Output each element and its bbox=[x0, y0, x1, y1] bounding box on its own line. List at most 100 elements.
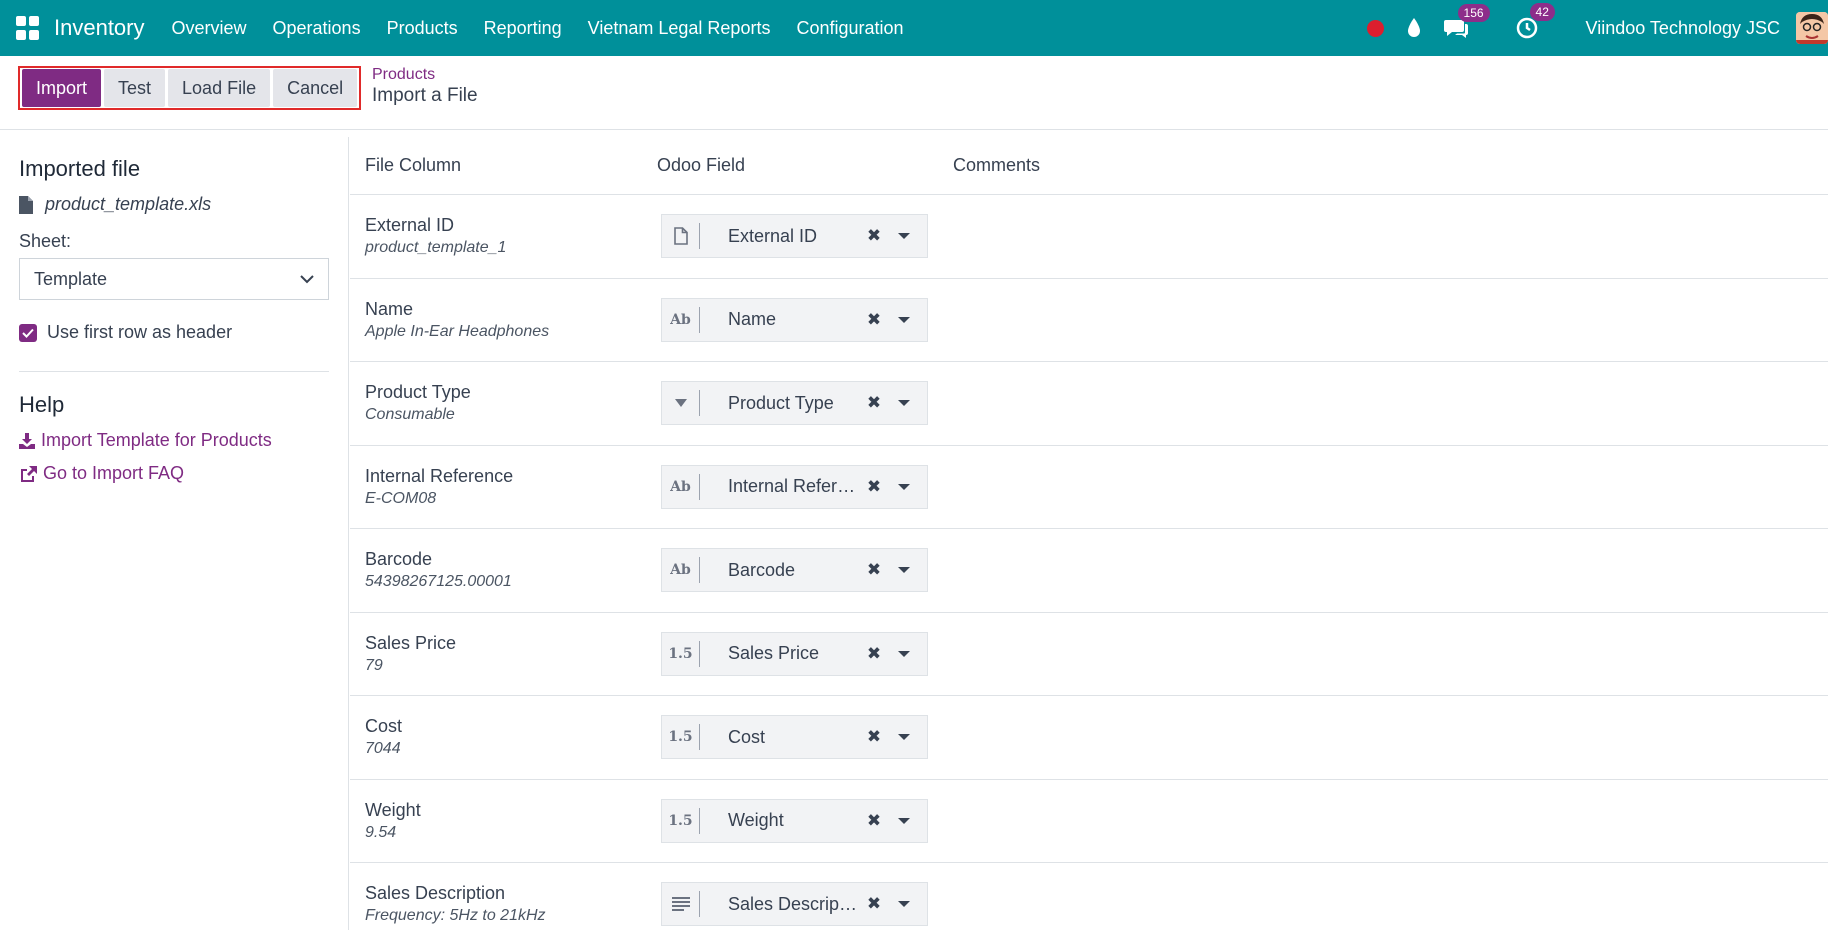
cancel-button[interactable]: Cancel bbox=[273, 69, 358, 107]
header-file-column: File Column bbox=[365, 155, 462, 175]
clear-icon[interactable]: ✖ bbox=[866, 393, 882, 413]
top-navbar: Inventory Overview Operations Products R… bbox=[0, 0, 1828, 56]
load-file-button[interactable]: Load File bbox=[168, 69, 271, 107]
caret-down-icon[interactable] bbox=[898, 901, 910, 908]
column-sample: E-COM08 bbox=[365, 489, 437, 507]
caret-down-icon[interactable] bbox=[898, 650, 910, 657]
float-type-icon: 1.5 bbox=[662, 807, 700, 834]
test-button[interactable]: Test bbox=[104, 69, 166, 107]
column-name: External ID bbox=[365, 215, 455, 236]
clock-icon bbox=[1516, 17, 1537, 39]
breadcrumb: Products Import a File bbox=[372, 66, 478, 108]
table-row: Name Apple In-Ear Headphones Ab Name ✖ bbox=[350, 279, 1828, 362]
clear-icon[interactable]: ✖ bbox=[866, 560, 882, 580]
clear-icon[interactable]: ✖ bbox=[866, 727, 882, 747]
menu-vietnam-legal-reports[interactable]: Vietnam Legal Reports bbox=[575, 18, 784, 39]
column-name: Sales Description bbox=[365, 883, 506, 904]
table-row: Sales Price 79 1.5 Sales Price ✖ bbox=[350, 613, 1828, 696]
imported-file-title: Imported file bbox=[19, 156, 141, 181]
check-icon bbox=[22, 328, 34, 338]
column-name: Weight bbox=[365, 799, 421, 820]
table-row: External ID product_template_1 External … bbox=[350, 195, 1828, 279]
clear-icon[interactable]: ✖ bbox=[866, 226, 882, 246]
caret-down-icon[interactable] bbox=[898, 817, 910, 824]
import-faq-link[interactable]: Go to Import FAQ bbox=[19, 463, 348, 484]
file-name: product_template.xls bbox=[45, 194, 212, 214]
table-row: Sales Description Frequency: 5Hz to 21kH… bbox=[350, 863, 1828, 930]
user-avatar[interactable] bbox=[1796, 12, 1828, 44]
column-sample: 7044 bbox=[365, 740, 401, 758]
menu-configuration[interactable]: Configuration bbox=[783, 18, 916, 39]
field-select[interactable]: 1.5 Cost ✖ bbox=[661, 715, 928, 760]
sheet-select[interactable]: Template bbox=[19, 258, 329, 300]
use-header-option[interactable]: Use first row as header bbox=[19, 322, 348, 343]
column-sample: 9.54 bbox=[365, 823, 397, 841]
column-name: Sales Price bbox=[365, 632, 457, 653]
company-switcher[interactable]: Viindoo Technology JSC bbox=[1586, 18, 1780, 39]
caret-down-icon[interactable] bbox=[898, 400, 910, 407]
breadcrumb-products-link[interactable]: Products bbox=[372, 66, 478, 84]
sheet-label: Sheet: bbox=[19, 231, 72, 251]
field-select[interactable]: External ID ✖ bbox=[661, 214, 928, 259]
record-icon[interactable] bbox=[1366, 19, 1384, 37]
text-lines-icon bbox=[662, 891, 700, 918]
apps-grid-icon[interactable] bbox=[16, 16, 40, 40]
caret-down-icon[interactable] bbox=[898, 567, 910, 574]
field-value: Sales Description bbox=[728, 893, 858, 914]
field-value: Name bbox=[728, 309, 777, 330]
app-name[interactable]: Inventory bbox=[54, 15, 145, 41]
use-header-label: Use first row as header bbox=[47, 322, 233, 342]
column-name: Internal Reference bbox=[365, 465, 514, 486]
use-header-checkbox[interactable] bbox=[19, 323, 37, 342]
mapping-table: File Column Odoo Field Comments External… bbox=[350, 137, 1828, 930]
column-name: Name bbox=[365, 298, 414, 319]
float-type-icon: 1.5 bbox=[662, 724, 700, 751]
water-drop-icon[interactable] bbox=[1406, 17, 1422, 39]
column-name: Cost bbox=[365, 716, 403, 737]
clear-icon[interactable]: ✖ bbox=[866, 477, 882, 497]
column-sample: 79 bbox=[365, 656, 383, 674]
float-type-icon: 1.5 bbox=[662, 640, 700, 667]
activity-menu[interactable]: 42 bbox=[1516, 3, 1555, 39]
clear-icon[interactable]: ✖ bbox=[866, 894, 882, 914]
caret-down-icon[interactable] bbox=[898, 734, 910, 741]
caret-down-icon[interactable] bbox=[898, 233, 910, 240]
import-template-link[interactable]: Import Template for Products bbox=[19, 430, 348, 451]
clear-icon[interactable]: ✖ bbox=[866, 811, 882, 831]
menu-reporting[interactable]: Reporting bbox=[471, 18, 575, 39]
field-select[interactable]: Ab Barcode ✖ bbox=[661, 548, 928, 593]
chevron-down-icon bbox=[300, 274, 314, 283]
menu-products[interactable]: Products bbox=[374, 18, 471, 39]
field-select[interactable]: Product Type ✖ bbox=[661, 381, 928, 426]
caret-down-icon[interactable] bbox=[898, 316, 910, 323]
column-sample: Apple In-Ear Headphones bbox=[365, 322, 550, 340]
clear-icon[interactable]: ✖ bbox=[866, 644, 882, 664]
imported-file: product_template.xls bbox=[19, 194, 348, 215]
column-sample: Frequency: 5Hz to 21kHz bbox=[365, 907, 546, 925]
field-select[interactable]: Ab Internal Reference ✖ bbox=[661, 464, 928, 509]
char-type-icon: Ab bbox=[662, 557, 700, 584]
messaging-menu[interactable]: 156 bbox=[1443, 4, 1490, 38]
import-faq-link-label: Go to Import FAQ bbox=[43, 463, 185, 483]
caret-down-icon[interactable] bbox=[898, 483, 910, 490]
activities-badge: 42 bbox=[1529, 3, 1555, 21]
field-value: Barcode bbox=[728, 559, 796, 580]
menu-operations[interactable]: Operations bbox=[260, 18, 374, 39]
table-row: Cost 7044 1.5 Cost ✖ bbox=[350, 696, 1828, 780]
field-select[interactable]: Sales Description ✖ bbox=[661, 882, 928, 927]
table-row: Weight 9.54 1.5 Weight ✖ bbox=[350, 780, 1828, 863]
import-button[interactable]: Import bbox=[22, 69, 102, 107]
import-button-group: Import Test Load File Cancel bbox=[18, 66, 362, 110]
field-select[interactable]: Ab Name ✖ bbox=[661, 297, 928, 342]
control-panel: Import Test Load File Cancel Products Im… bbox=[0, 56, 1828, 130]
external-link-icon bbox=[21, 465, 37, 482]
field-select[interactable]: 1.5 Weight ✖ bbox=[661, 798, 928, 843]
page-title: Import a File bbox=[372, 85, 478, 106]
field-value: External ID bbox=[728, 225, 818, 246]
clear-icon[interactable]: ✖ bbox=[866, 310, 882, 330]
field-select[interactable]: 1.5 Sales Price ✖ bbox=[661, 631, 928, 676]
column-sample: Consumable bbox=[365, 406, 455, 424]
menu-overview[interactable]: Overview bbox=[159, 18, 260, 39]
import-sidebar: Imported file product_template.xls Sheet… bbox=[0, 137, 349, 930]
sidebar-divider bbox=[19, 371, 329, 372]
